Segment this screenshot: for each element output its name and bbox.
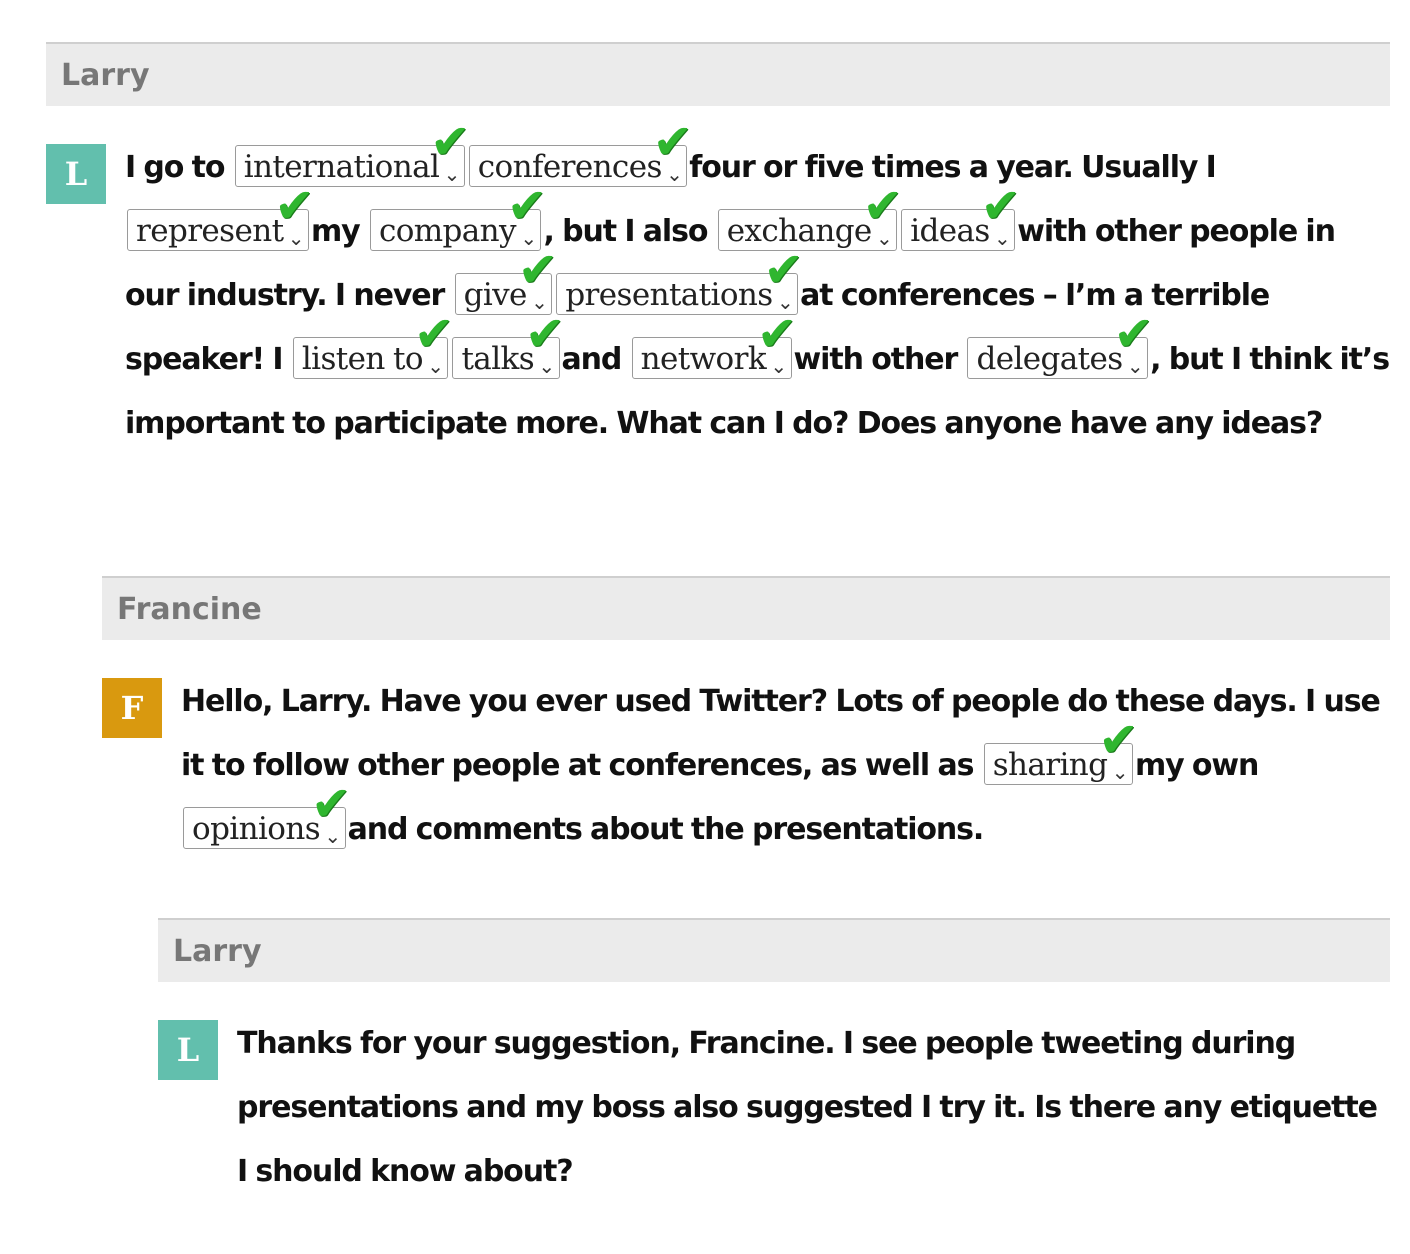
- checkmark-icon: ✔: [517, 242, 558, 298]
- selected-answer: conferences: [477, 149, 663, 185]
- answer-dropdown[interactable]: talks ⌄ ✔: [452, 310, 565, 379]
- answer-dropdown[interactable]: conferences ⌄ ✔: [468, 118, 693, 187]
- post-text: I go to international ⌄ ✔ conferences ⌄ ✔ fo…: [125, 118, 1390, 456]
- avatar: L: [158, 1020, 218, 1080]
- selected-answer: ideas: [910, 213, 990, 249]
- answer-dropdown[interactable]: company ⌄ ✔: [369, 182, 547, 251]
- answer-dropdown[interactable]: delegates ⌄ ✔: [967, 310, 1154, 379]
- post-author: Larry: [158, 918, 1390, 982]
- post-body: L I go to international ⌄ ✔ conferences ⌄ ✔…: [46, 118, 1390, 456]
- checkmark-icon: ✔: [524, 306, 565, 362]
- checkmark-icon: ✔: [980, 178, 1021, 234]
- checkmark-icon: ✔: [652, 114, 693, 170]
- text-segment: , but I also: [543, 214, 716, 249]
- text-segment: my: [310, 214, 368, 249]
- checkmark-icon: ✔: [310, 776, 351, 832]
- selected-answer: sharing: [992, 747, 1108, 783]
- post-text: Thanks for your suggestion, Francine. I …: [237, 1012, 1390, 1204]
- checkmark-icon: ✔: [1098, 712, 1138, 768]
- selected-answer: international: [243, 149, 440, 185]
- post-body: L Thanks for your suggestion, Francine. …: [158, 1012, 1390, 1204]
- text-segment: and: [561, 342, 630, 377]
- answer-dropdown[interactable]: sharing ⌄ ✔: [983, 716, 1139, 785]
- checkmark-icon: ✔: [862, 178, 903, 234]
- post-text: Hello, Larry. Have you ever used Twitter…: [181, 670, 1390, 862]
- selected-answer: represent: [136, 213, 284, 249]
- selected-answer: listen to: [301, 341, 424, 377]
- text-segment: my own: [1134, 748, 1259, 783]
- selected-answer: presentations: [565, 277, 773, 313]
- answer-dropdown[interactable]: ideas ⌄ ✔: [901, 182, 1021, 251]
- post-larry-1: Larry L I go to international ⌄ ✔ conferen…: [46, 42, 1390, 456]
- selected-answer: network: [640, 341, 767, 377]
- text-segment: four or five times a year. Usually I: [689, 150, 1217, 185]
- selected-answer: delegates: [976, 341, 1123, 377]
- avatar: F: [102, 678, 162, 738]
- answer-dropdown[interactable]: network ⌄ ✔: [631, 310, 797, 379]
- answer-dropdown[interactable]: exchange ⌄ ✔: [717, 182, 903, 251]
- text-segment: Thanks for your suggestion, Francine. I …: [237, 1026, 1378, 1189]
- checkmark-icon: ✔: [430, 114, 470, 170]
- post-body: F Hello, Larry. Have you ever used Twitt…: [102, 670, 1390, 862]
- avatar: L: [46, 144, 106, 204]
- answer-dropdown[interactable]: international ⌄ ✔: [234, 118, 470, 187]
- checkmark-icon: ✔: [756, 306, 797, 362]
- checkmark-icon: ✔: [506, 178, 547, 234]
- answer-dropdown[interactable]: represent ⌄ ✔: [127, 182, 315, 251]
- text-segment: and comments about the presentations.: [347, 812, 985, 847]
- text-segment: I go to: [125, 150, 233, 185]
- post-author: Francine: [102, 576, 1390, 640]
- checkmark-icon: ✔: [413, 306, 454, 362]
- post-francine: Francine F Hello, Larry. Have you ever u…: [102, 576, 1390, 862]
- selected-answer: opinions: [192, 811, 321, 847]
- answer-dropdown[interactable]: opinions ⌄ ✔: [183, 780, 351, 849]
- post-larry-2: Larry L Thanks for your suggestion, Fran…: [158, 918, 1390, 1204]
- text-segment: with other: [793, 342, 966, 377]
- selected-answer: company: [378, 213, 517, 249]
- answer-dropdown[interactable]: listen to ⌄ ✔: [292, 310, 454, 379]
- checkmark-icon: ✔: [1113, 306, 1154, 362]
- checkmark-icon: ✔: [763, 242, 804, 298]
- selected-answer: talks: [461, 341, 535, 377]
- checkmark-icon: ✔: [274, 178, 314, 234]
- post-author: Larry: [46, 42, 1390, 106]
